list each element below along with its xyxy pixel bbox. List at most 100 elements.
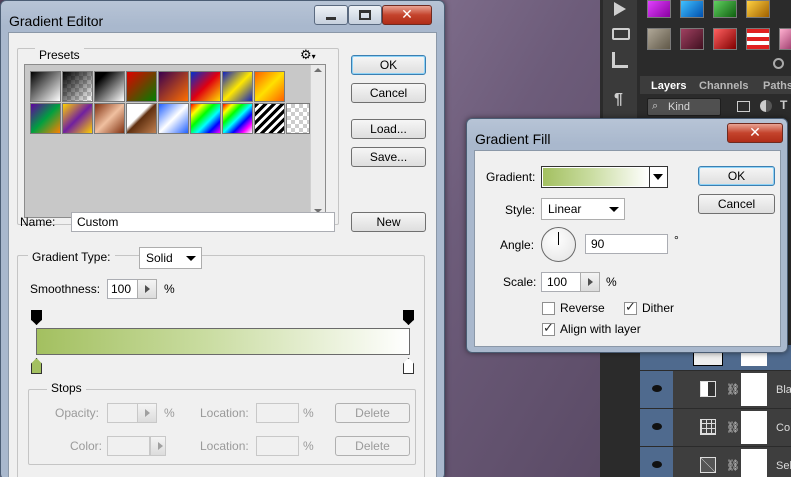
preset-black-white[interactable] bbox=[94, 71, 125, 102]
minimize-button[interactable] bbox=[314, 5, 348, 25]
tab-paths[interactable]: Paths bbox=[763, 80, 791, 92]
opacity-location-input[interactable] bbox=[256, 403, 299, 423]
angle-input[interactable]: 90 bbox=[585, 234, 668, 254]
new-button[interactable]: New bbox=[351, 212, 426, 232]
presets-label: Presets bbox=[35, 48, 84, 62]
gradient-type-select[interactable]: Solid bbox=[139, 247, 202, 269]
preset-blue-red-yellow[interactable] bbox=[190, 71, 221, 102]
style-swatch-pink[interactable] bbox=[779, 28, 791, 50]
preset-transparent-rainbow[interactable] bbox=[222, 103, 253, 134]
preset-blue-yellow-blue[interactable] bbox=[222, 71, 253, 102]
preset-fg-transparent[interactable] bbox=[62, 71, 93, 102]
color-menu-arrow[interactable] bbox=[150, 436, 166, 456]
brush-tool-icon[interactable] bbox=[612, 52, 628, 68]
eye-icon bbox=[652, 423, 662, 430]
style-swatch-magenta[interactable] bbox=[647, 0, 671, 18]
link-icon: ⛓ bbox=[726, 460, 740, 472]
delete-opacity-stop-button[interactable]: Delete bbox=[335, 403, 410, 423]
gradient-label: Gradient: bbox=[486, 170, 536, 184]
color-location-input[interactable] bbox=[256, 436, 299, 456]
preset-fg-bg[interactable] bbox=[30, 71, 61, 102]
color-location-percent: % bbox=[303, 439, 314, 453]
image-filter-icon[interactable] bbox=[737, 101, 750, 112]
style-swatch-stone[interactable] bbox=[647, 28, 671, 50]
preset-copper[interactable] bbox=[94, 103, 125, 134]
align-with-layer-checkbox[interactable] bbox=[542, 321, 555, 336]
search-icon: ⌕ bbox=[652, 100, 659, 112]
cancel-button[interactable]: Cancel bbox=[351, 83, 426, 103]
adjustment-filter-icon[interactable] bbox=[760, 100, 772, 112]
gear-icon[interactable]: ⚙▾ bbox=[300, 48, 316, 63]
gradient-editor-title: Gradient Editor bbox=[9, 13, 104, 29]
color-swatch[interactable] bbox=[107, 436, 150, 456]
gradient-editor-client: Presets ⚙▾ OK Cancel Load... Save... Nam bbox=[8, 32, 437, 477]
style-swatch-blue[interactable] bbox=[680, 0, 704, 18]
ok-button[interactable]: OK bbox=[351, 55, 426, 75]
gradient-swatch bbox=[543, 168, 649, 186]
layer-name: Co bbox=[776, 422, 791, 434]
stops-label: Stops bbox=[47, 381, 86, 395]
scale-input[interactable]: 100 bbox=[541, 272, 581, 292]
smoothness-percent: % bbox=[164, 282, 175, 296]
preset-chrome[interactable] bbox=[126, 103, 157, 134]
preset-red-green[interactable] bbox=[126, 71, 157, 102]
style-swatch-flag[interactable] bbox=[746, 28, 770, 50]
close-button[interactable]: ✕ bbox=[727, 123, 783, 143]
close-icon: ✕ bbox=[749, 125, 761, 141]
link-icon: ⛓ bbox=[726, 422, 740, 434]
reverse-label: Reverse bbox=[560, 301, 605, 315]
properties-icon[interactable] bbox=[612, 28, 630, 40]
style-swatch-green[interactable] bbox=[713, 0, 737, 18]
scale-stepper[interactable] bbox=[580, 272, 600, 292]
preset-violet-green-orange[interactable] bbox=[30, 103, 61, 134]
gradient-picker[interactable] bbox=[541, 166, 668, 188]
link-icon: ⛓ bbox=[726, 384, 740, 396]
preset-violet-orange[interactable] bbox=[158, 71, 189, 102]
opacity-input[interactable] bbox=[107, 403, 138, 423]
angle-dial-needle bbox=[558, 232, 559, 245]
preset-stripes[interactable] bbox=[254, 103, 285, 134]
tab-channels[interactable]: Channels bbox=[699, 80, 749, 92]
gradient-type-label: Gradient Type: bbox=[28, 250, 115, 264]
fill-ok-button[interactable]: OK bbox=[698, 166, 775, 186]
scroll-up-icon[interactable] bbox=[314, 68, 322, 72]
smoothness-stepper[interactable] bbox=[137, 279, 157, 299]
gradient-preview-bar[interactable] bbox=[36, 328, 410, 355]
load-button[interactable]: Load... bbox=[351, 119, 426, 139]
gradient-fill-window: Gradient Fill ✕ Gradient: OK Cancel Styl… bbox=[466, 118, 788, 353]
style-swatch-red[interactable] bbox=[713, 28, 737, 50]
preset-yellow-violet[interactable] bbox=[62, 103, 93, 134]
reverse-checkbox[interactable] bbox=[542, 302, 555, 315]
name-input[interactable]: Custom bbox=[71, 212, 335, 232]
angle-dial[interactable] bbox=[541, 227, 576, 262]
preset-orange-yellow[interactable] bbox=[254, 71, 285, 102]
style-swatch-gold[interactable] bbox=[746, 0, 770, 18]
fill-cancel-button[interactable]: Cancel bbox=[698, 194, 775, 214]
no-style-icon[interactable] bbox=[773, 58, 784, 69]
save-button[interactable]: Save... bbox=[351, 147, 426, 167]
grid-layer-icon bbox=[700, 419, 716, 435]
tab-layers[interactable]: Layers bbox=[651, 80, 686, 92]
smoothness-input[interactable]: 100 bbox=[107, 279, 138, 299]
paragraph-icon[interactable]: ¶ bbox=[614, 91, 623, 109]
preset-spectrum[interactable] bbox=[190, 103, 221, 134]
style-swatch-darkred[interactable] bbox=[680, 28, 704, 50]
preset-transparent-stripes[interactable] bbox=[286, 103, 310, 134]
adjustment-layer-icon bbox=[700, 381, 716, 397]
style-select[interactable]: Linear bbox=[541, 198, 625, 220]
kind-filter[interactable]: ⌕ Kind bbox=[647, 98, 721, 116]
delete-color-stop-button[interactable]: Delete bbox=[335, 436, 410, 456]
type-filter-icon[interactable]: T bbox=[780, 98, 787, 112]
layer-mask-thumbnail bbox=[741, 373, 767, 406]
presets-scrollbar[interactable] bbox=[310, 65, 325, 217]
dither-checkbox[interactable] bbox=[624, 300, 637, 315]
color-label: Color: bbox=[70, 439, 103, 453]
play-icon[interactable] bbox=[614, 2, 626, 16]
maximize-button[interactable] bbox=[348, 5, 382, 25]
close-button[interactable]: ✕ bbox=[382, 5, 432, 25]
opacity-stepper[interactable] bbox=[137, 403, 157, 423]
chevron-down-icon bbox=[653, 174, 663, 180]
selection-layer-icon bbox=[700, 457, 716, 473]
preset-blue-white[interactable] bbox=[158, 103, 189, 134]
minimize-icon bbox=[326, 16, 336, 20]
